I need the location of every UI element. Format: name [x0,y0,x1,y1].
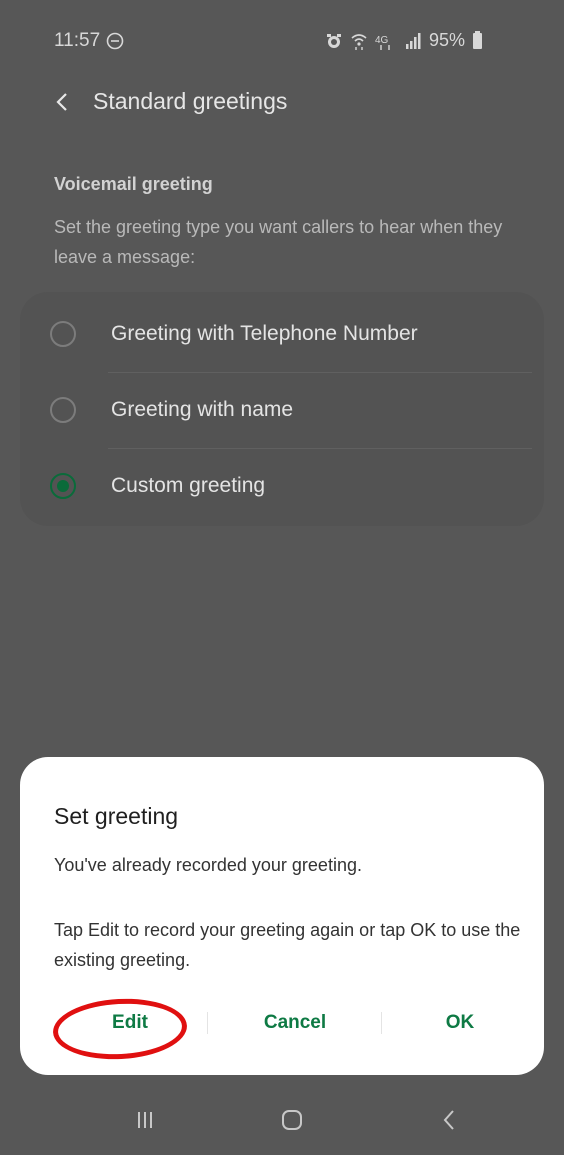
home-icon [282,1110,302,1130]
option-label: Custom greeting [111,474,266,497]
option-custom-greeting[interactable]: Custom greeting [20,448,544,524]
svg-text:4G: 4G [375,35,389,46]
home-button[interactable] [272,1100,312,1140]
section-description: Set the greeting type you want callers t… [54,217,503,267]
minus-circle-icon [106,32,124,50]
radio-button-selected[interactable] [50,473,76,499]
4g-icon: 4G [375,35,390,50]
wifi-icon [351,33,367,50]
set-greeting-dialog: Set greeting You've already recorded you… [20,757,544,1075]
dialog-message: You've already recorded your greeting. [54,855,362,875]
back-icon [443,1110,454,1130]
recent-apps-button[interactable] [125,1100,165,1140]
option-label: Greeting with name [111,398,294,421]
navigation-bar [0,1090,564,1155]
app-header: Standard greetings [0,76,564,130]
option-label: Greeting with Telephone Number [111,322,418,345]
section-title: Voicemail greeting [54,174,213,194]
option-telephone-number[interactable]: Greeting with Telephone Number [20,296,544,372]
status-time: 11:57 [54,30,101,51]
screen: 11:57 4G 95% Standard greetings Voicemai… [0,0,564,1155]
battery-percent: 95% [428,30,465,50]
button-separator [381,1012,382,1034]
radio-button[interactable] [50,397,76,423]
chevron-left-icon [56,93,67,111]
button-separator [207,1012,208,1034]
signal-icon [405,32,421,49]
recent-apps-icon [138,1112,152,1128]
battery-icon [473,30,482,49]
status-icons: 4G 95% [325,30,482,51]
radio-button[interactable] [50,321,76,347]
ok-button[interactable]: OK [390,1001,530,1045]
nav-back-button[interactable] [430,1100,470,1140]
back-button[interactable] [50,86,78,118]
option-name[interactable]: Greeting with name [20,372,544,448]
cancel-button[interactable]: Cancel [220,1001,370,1045]
greeting-options: Greeting with Telephone Number Greeting … [20,292,544,526]
alarm-icon [326,33,341,48]
dialog-title: Set greeting [54,803,179,829]
status-time-group: 11:57 [54,30,124,52]
dialog-instructions: Tap Edit to record your greeting again o… [54,920,521,970]
page-title: Standard greetings [93,88,288,114]
